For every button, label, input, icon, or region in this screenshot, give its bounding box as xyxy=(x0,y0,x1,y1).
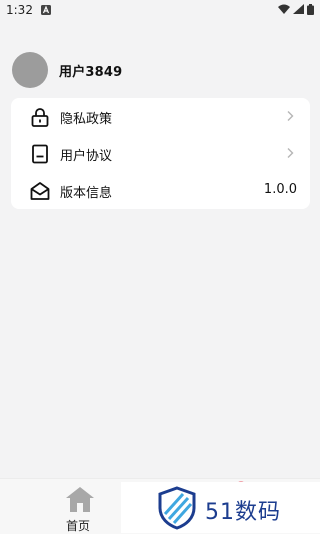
notification-app-icon xyxy=(41,5,51,15)
watermark: 51数码 xyxy=(121,482,320,533)
menu-item-label: 隐私政策 xyxy=(60,112,113,127)
document-icon xyxy=(32,144,48,164)
menu-item-privacy-policy[interactable]: 隐私政策 xyxy=(11,98,310,135)
envelope-open-icon xyxy=(30,182,50,200)
status-bar: 1:32 xyxy=(0,0,320,22)
version-value: 1.0.0 xyxy=(263,182,297,197)
username: 用户3849 xyxy=(59,64,123,80)
menu-item-label: 用户协议 xyxy=(60,149,113,164)
battery-icon xyxy=(307,4,314,15)
chevron-right-icon xyxy=(287,148,294,158)
home-icon xyxy=(66,487,94,512)
profile-header[interactable]: 用户3849 xyxy=(12,52,122,88)
signal-icon xyxy=(293,4,304,14)
settings-menu-card: 隐私政策 用户协议 版本信息 1.0.0 xyxy=(11,98,310,209)
menu-item-version-info[interactable]: 版本信息 1.0.0 xyxy=(11,172,310,209)
menu-item-user-agreement[interactable]: 用户协议 xyxy=(11,135,310,172)
nav-tab-home[interactable]: 首页 xyxy=(58,481,102,533)
shield-logo-icon xyxy=(158,486,196,530)
avatar[interactable] xyxy=(12,52,48,88)
lock-icon xyxy=(31,108,49,127)
chevron-right-icon xyxy=(287,111,294,121)
wifi-icon xyxy=(278,4,290,14)
watermark-text: 51数码 xyxy=(205,500,281,525)
menu-item-label: 版本信息 xyxy=(60,186,113,201)
status-time: 1:32 xyxy=(6,3,33,17)
nav-tab-label: 首页 xyxy=(66,519,91,533)
status-right-icons xyxy=(278,4,314,15)
